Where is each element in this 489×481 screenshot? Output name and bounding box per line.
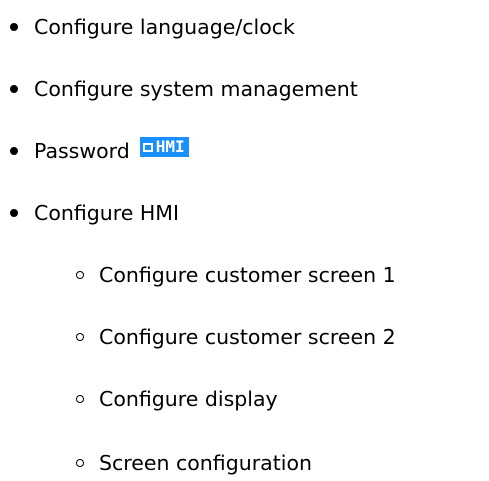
bullet-icon [10,147,18,155]
menu-list: Configure language/clock Configure syste… [0,0,489,481]
list-item-label: Configure customer screen 2 [99,325,396,349]
list-item-configure-display[interactable]: Configure display [76,385,278,413]
bullet-icon [10,23,18,31]
list-item-configure-language-clock[interactable]: Configure language/clock [10,13,295,41]
bullet-icon [10,209,18,217]
list-item-label: Configure display [99,387,278,411]
open-bullet-icon [76,333,84,341]
list-item-configure-customer-screen-1[interactable]: Configure customer screen 1 [76,261,396,289]
list-item-label: Screen configuration [99,451,312,475]
hmi-badge-label: HMI [155,137,185,156]
list-item-configure-customer-screen-2[interactable]: Configure customer screen 2 [76,323,396,351]
list-item-password[interactable]: Password HMI [10,137,189,165]
list-item-label: Configure system management [34,77,358,101]
bullet-icon [10,85,18,93]
list-item-label: Configure language/clock [34,15,295,39]
list-item-label: Password [34,139,130,163]
list-item-label: Configure customer screen 1 [99,263,396,287]
list-item-configure-hmi[interactable]: Configure HMI [10,199,179,227]
list-item-label: Configure HMI [34,201,180,225]
open-bullet-icon [76,459,84,467]
open-bullet-icon [76,271,84,279]
square-icon [142,142,153,152]
open-bullet-icon [76,395,84,403]
hmi-logo-icon: HMI [139,137,189,157]
list-item-screen-configuration[interactable]: Screen configuration [76,449,312,477]
list-item-configure-system-management[interactable]: Configure system management [10,75,358,103]
